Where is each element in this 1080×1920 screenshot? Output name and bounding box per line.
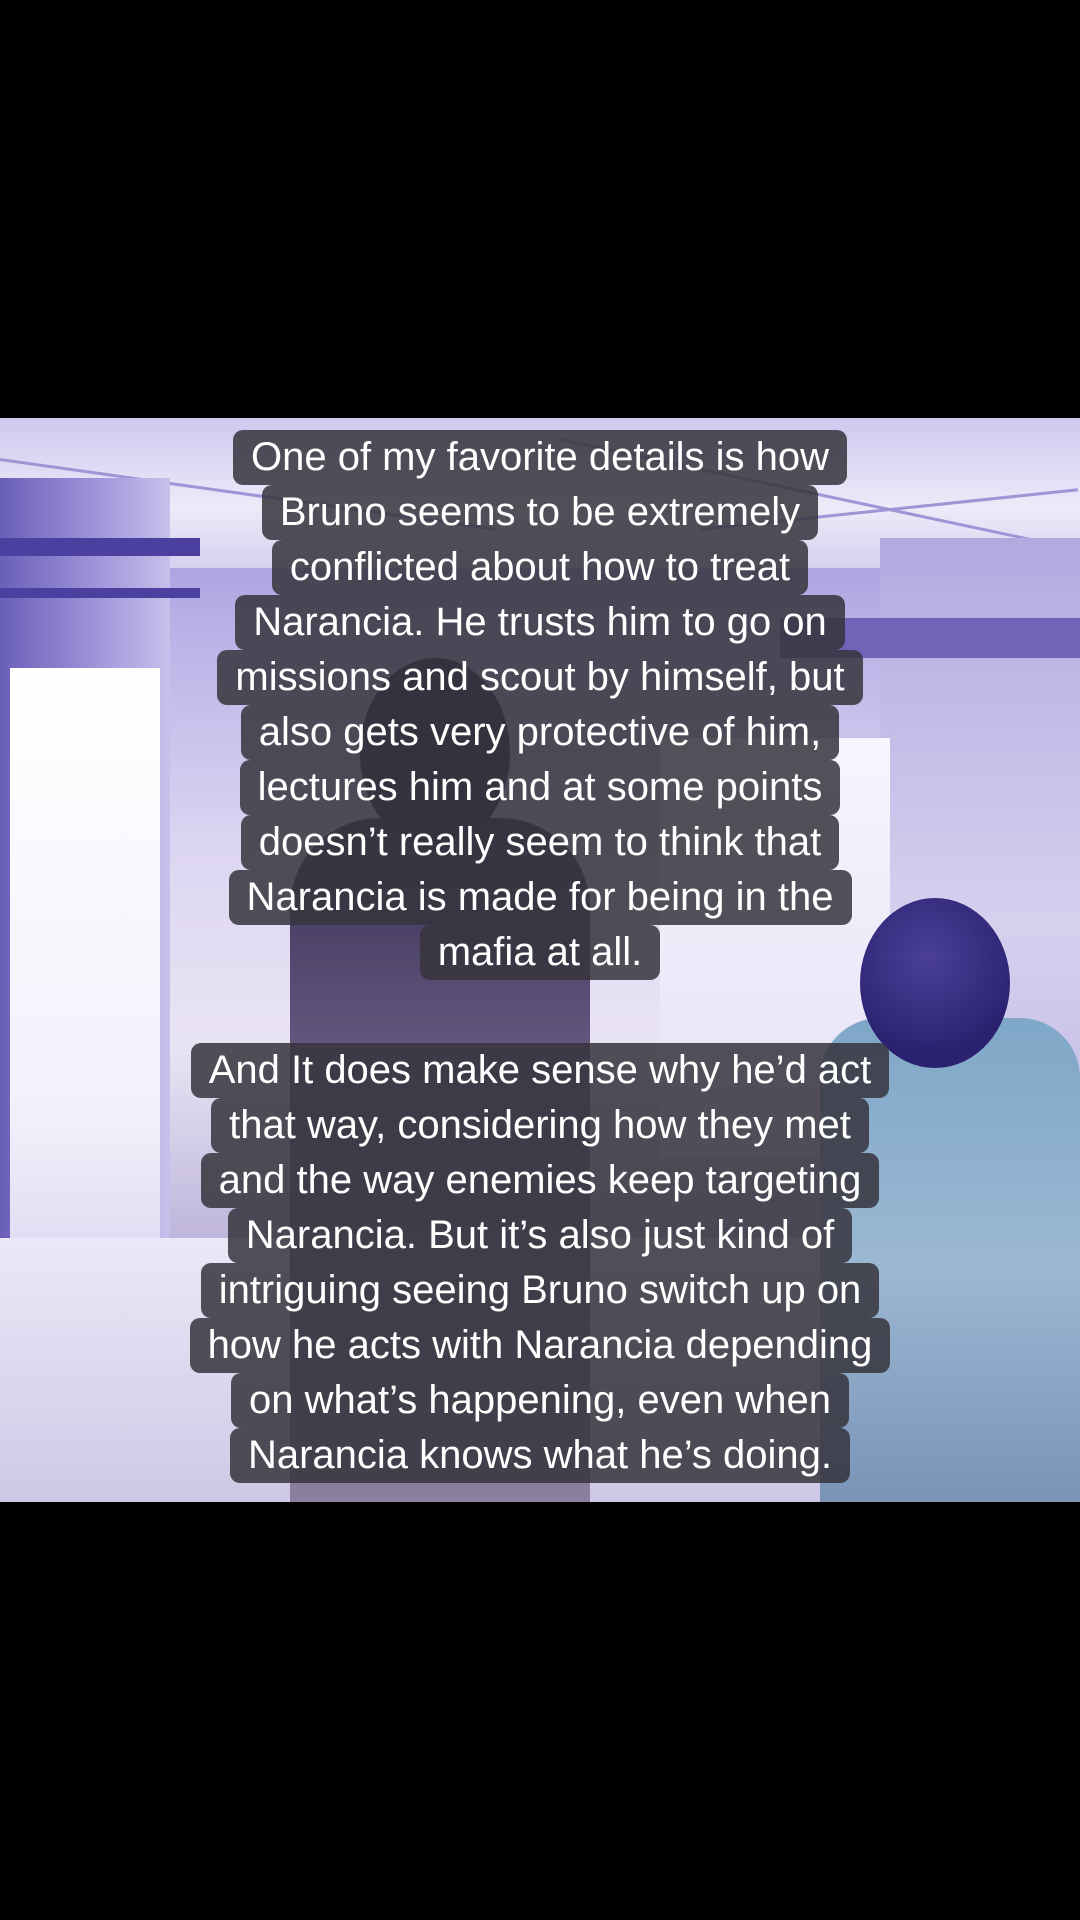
caption-line: conflicted about how to treat (271, 540, 809, 595)
caption-line: One of my favorite details is how (232, 430, 848, 485)
caption-line: lectures him and at some points (239, 760, 841, 815)
caption-line: that way, considering how they met (211, 1098, 869, 1153)
caption-block-2: And It does make sense why he’d act that… (0, 1043, 1080, 1483)
caption-line: and the way enemies keep targeting (200, 1153, 880, 1208)
caption-line: Narancia is made for being in the (228, 870, 852, 925)
caption-block-1: One of my favorite details is how Bruno … (0, 430, 1080, 980)
caption-line: Bruno seems to be extremely (261, 485, 819, 540)
caption-line: mafia at all. (419, 925, 661, 980)
caption-line: missions and scout by himself, but (217, 650, 863, 705)
caption-line: Narancia. But it’s also just kind of (227, 1208, 853, 1263)
caption-line: intriguing seeing Bruno switch up on (200, 1263, 880, 1318)
caption-line: Narancia knows what he’s doing. (229, 1428, 851, 1483)
caption-line: how he acts with Narancia depending (189, 1318, 891, 1373)
top-letterbox (0, 0, 1080, 418)
bottom-letterbox (0, 1502, 1080, 1920)
caption-line: on what’s happening, even when (231, 1373, 849, 1428)
caption-line: also gets very protective of him, (240, 705, 840, 760)
caption-line: doesn’t really seem to think that (240, 815, 840, 870)
caption-line: Narancia. He trusts him to go on (235, 595, 845, 650)
caption-line: And It does make sense why he’d act (190, 1043, 890, 1098)
